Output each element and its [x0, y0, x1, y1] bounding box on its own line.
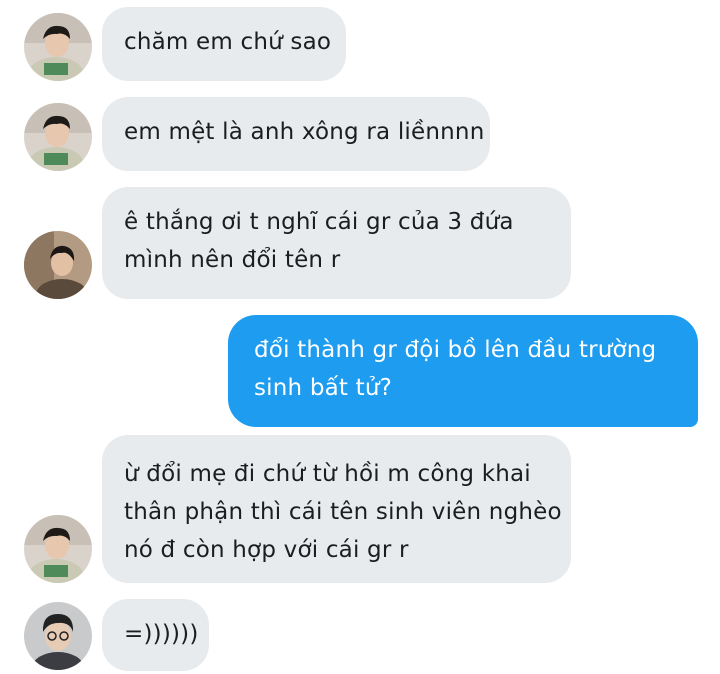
message-text: mình nên đổi tên r	[124, 247, 341, 273]
message-bubble-outgoing[interactable]: đổi thành gr đội bồ lên đầu trường sinh …	[228, 315, 698, 427]
message-bubble[interactable]: =))))))	[102, 599, 209, 671]
message-text: em mệt là anh xông ra liềnnnn	[124, 119, 485, 145]
message-bubble[interactable]: em mệt là anh xông ra liềnnnn	[102, 97, 490, 171]
message-bubble[interactable]: ừ đổi mẹ đi chứ từ hồi m công khai thân …	[102, 435, 571, 583]
message-text: ê thắng ơi t nghĩ cái gr của 3 đứa	[124, 209, 514, 235]
message-bubble[interactable]: ê thắng ơi t nghĩ cái gr của 3 đứa mình …	[102, 187, 571, 299]
avatar[interactable]	[24, 13, 92, 81]
avatar[interactable]	[24, 231, 92, 299]
avatar[interactable]	[24, 602, 92, 670]
message-text: ừ đổi mẹ đi chứ từ hồi m công khai	[124, 461, 531, 487]
avatar[interactable]	[24, 103, 92, 171]
chat-thread: chăm em chứ sao em mệt là anh xông ra li…	[0, 0, 720, 674]
message-text: đổi thành gr đội bồ lên đầu trường	[254, 337, 657, 363]
message-text: sinh bất tử?	[254, 375, 393, 401]
message-text: nó đ còn hợp với cái gr r	[124, 537, 409, 563]
message-text: =))))))	[124, 621, 199, 647]
message-text: thân phận thì cái tên sinh viên nghèo	[124, 499, 562, 525]
message-bubble[interactable]: chăm em chứ sao	[102, 7, 346, 81]
message-text: chăm em chứ sao	[124, 29, 332, 55]
avatar[interactable]	[24, 515, 92, 583]
